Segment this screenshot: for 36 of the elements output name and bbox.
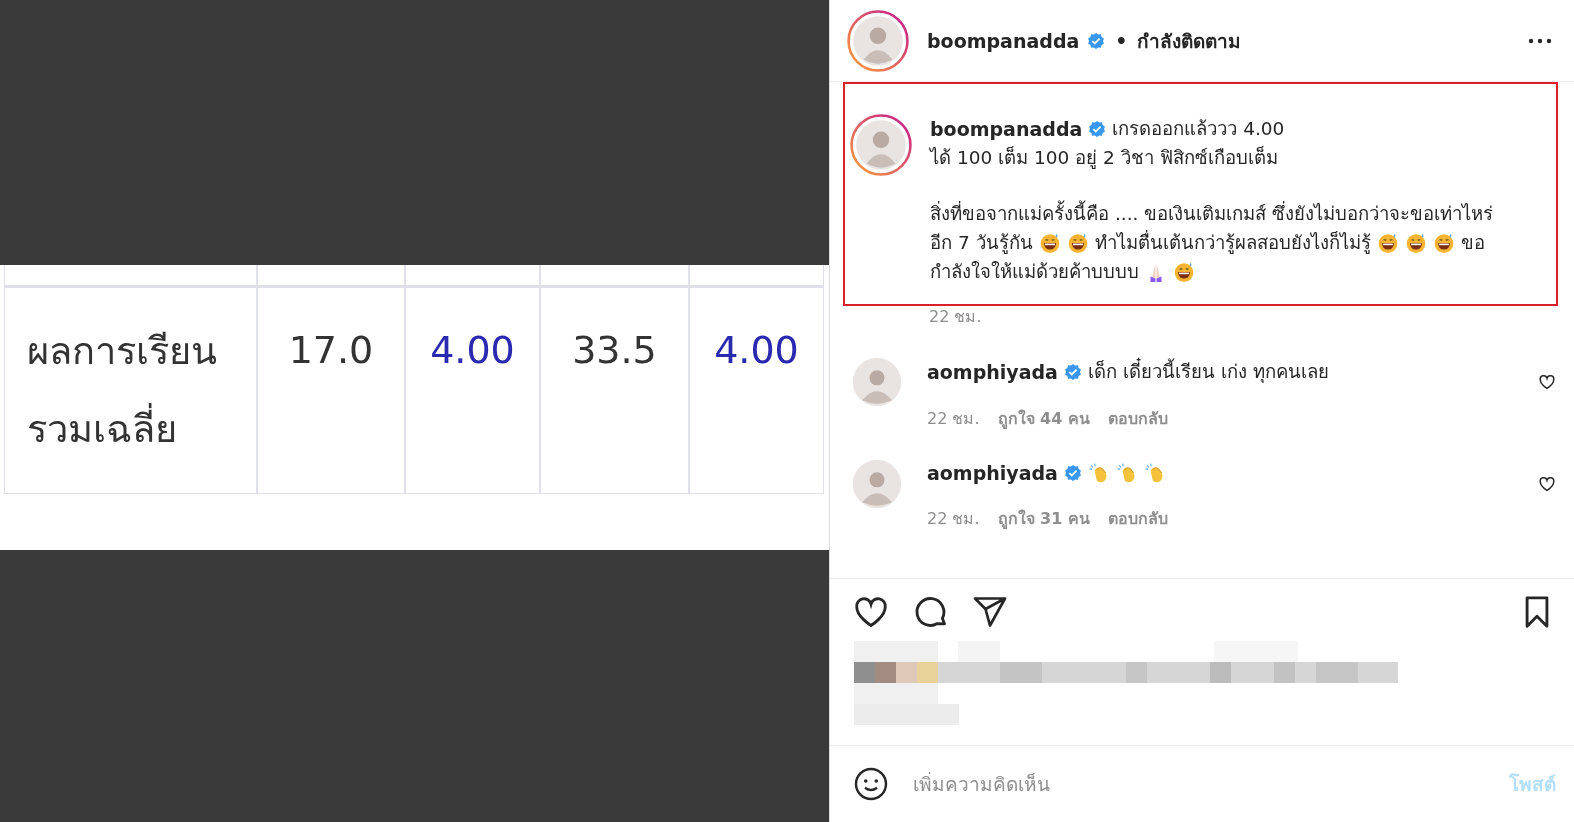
heart-icon[interactable] (1538, 373, 1556, 391)
heart-icon[interactable] (1538, 475, 1556, 493)
caption-text: ได้ 100 เต็ม 100 อยู่ 2 วิชา ฟิสิกซ์เกือบเต็ม (930, 145, 1278, 171)
caption-text: ขอ (1460, 231, 1485, 255)
grin-sweat-emoji-icon (1432, 231, 1455, 254)
table-cell: 17.0 (288, 327, 374, 372)
comment-input[interactable]: เพิ่มความคิดเห็น (911, 772, 1487, 796)
username[interactable]: aomphiyada (927, 461, 1058, 484)
follow-status[interactable]: กำลังติดตาม (1137, 25, 1242, 56)
grin-sweat-emoji-icon (1173, 260, 1195, 283)
grin-sweat-emoji-icon (1404, 231, 1427, 254)
share-icon[interactable] (972, 594, 1008, 630)
caption-text: กำลังใจให้แม่ด้วยค้าบบบบ (930, 260, 1139, 284)
caption-text: ทำไมตื่นเต้นกว่ารู้ผลสอบยังไงก็ไม่รู้ (1094, 229, 1371, 256)
emoji-icon[interactable] (853, 766, 889, 802)
username[interactable]: boompanadda (930, 117, 1083, 140)
grin-sweat-emoji-icon (1038, 231, 1061, 254)
grin-sweat-emoji-icon (1376, 231, 1399, 254)
table-cell: 33.5 (572, 327, 657, 372)
caption-text: สิ่งที่ขอจากแม่ครั้งนี้คือ .... ขอเงินเติมเกมส์ ซึ่งยังไม่บอกว่าจะขอเท่าไหร่ (930, 199, 1494, 228)
table-cell: 4.00 (714, 327, 799, 372)
comment-time: 22 ชม. (927, 508, 980, 530)
separator-dot: • (1115, 29, 1128, 52)
grin-sweat-emoji-icon (1066, 231, 1089, 254)
comment-time: 22 ชม. (927, 408, 980, 430)
post-time: 22 ชม. (929, 307, 982, 326)
more-options-icon[interactable] (1528, 37, 1552, 44)
caption-text: อีก 7 วันรู้กัน (930, 231, 1033, 256)
username[interactable]: boompanadda (927, 29, 1080, 52)
table-cell: 4.00 (430, 327, 515, 372)
avatar[interactable] (847, 9, 909, 72)
comment-text: เด็ก เดี๋ยวนี้เรียน เก่ง ทุกคนเลย (1087, 357, 1329, 386)
caption-text: เกรดออกแล้ววว 4.00 (1112, 117, 1285, 141)
avatar[interactable] (850, 114, 912, 176)
username[interactable]: aomphiyada (927, 360, 1058, 383)
table-cell-text: ผลการเรียน รวมเฉลี่ย (27, 327, 217, 453)
